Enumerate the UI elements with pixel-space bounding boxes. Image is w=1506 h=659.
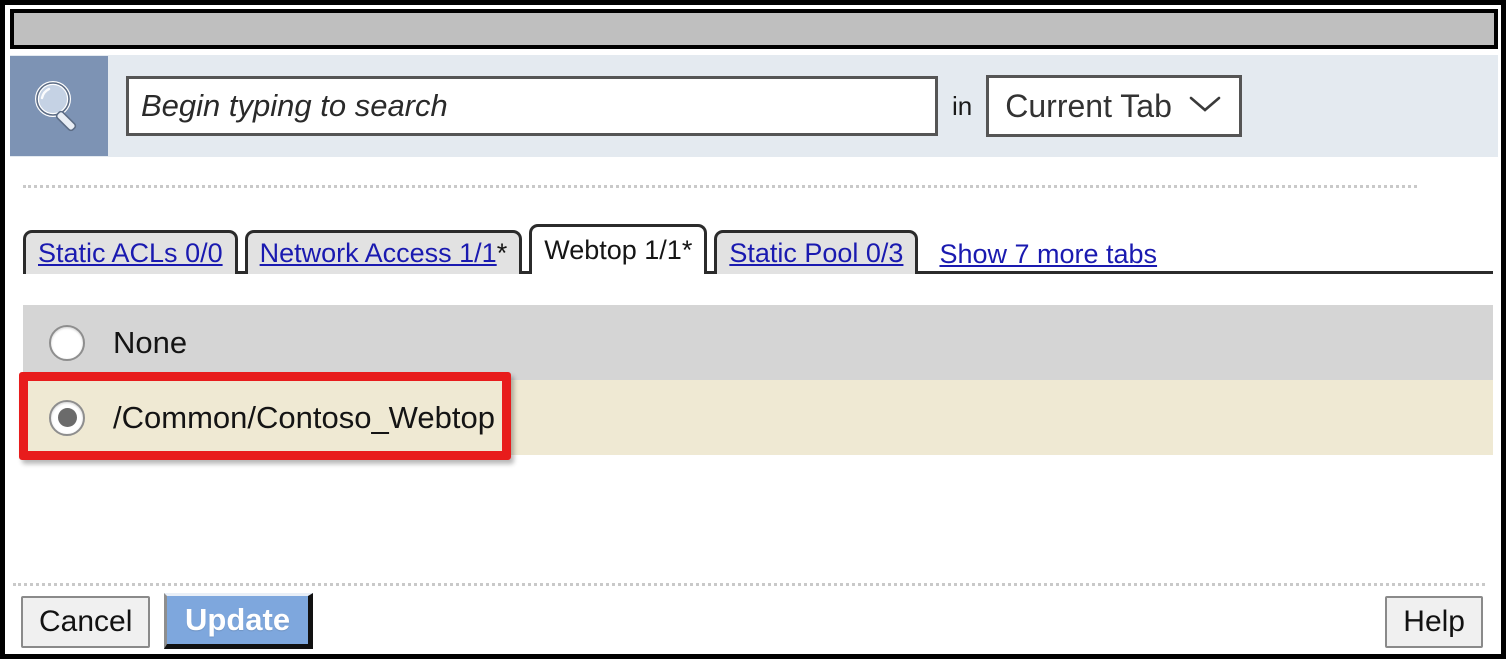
search-scope-select[interactable]: Current Tab <box>986 75 1243 137</box>
tab-webtop[interactable]: Webtop 1/1 * <box>529 224 708 274</box>
tab-label: Webtop 1/1 <box>544 235 682 265</box>
dialog-window: in Current Tab Static ACLs 0/0 Network A… <box>0 0 1506 659</box>
search-scope-prefix-label: in <box>952 90 973 121</box>
option-label: /Common/Contoso_Webtop <box>113 399 495 435</box>
chevron-down-icon <box>1188 94 1222 119</box>
radio-button-none[interactable] <box>49 324 85 361</box>
search-input[interactable] <box>126 76 938 136</box>
radio-selected-dot <box>57 408 77 427</box>
magnifier-icon <box>10 56 108 156</box>
tab-static-pool[interactable]: Static Pool 0/3 <box>714 230 919 274</box>
search-scope-value: Current Tab <box>1005 87 1172 124</box>
radio-button-contoso-webtop[interactable] <box>49 399 85 436</box>
tab-modified-marker: * <box>496 238 508 268</box>
separator-top <box>23 185 1417 188</box>
dialog-footer: Cancel Update Help <box>5 593 1501 655</box>
update-button[interactable]: Update <box>164 593 314 649</box>
option-label: None <box>113 324 188 360</box>
tab-label: Network Access 1/1 <box>259 238 497 268</box>
tab-modified-marker: * <box>681 235 693 265</box>
tab-network-access[interactable]: Network Access 1/1 * <box>244 230 523 274</box>
tab-static-acls[interactable]: Static ACLs 0/0 <box>23 230 238 274</box>
option-row-contoso-webtop[interactable]: /Common/Contoso_Webtop <box>23 380 1493 455</box>
help-button[interactable]: Help <box>1385 596 1483 648</box>
separator-bottom <box>13 583 1485 586</box>
tab-strip: Static ACLs 0/0 Network Access 1/1 * Web… <box>23 221 1493 274</box>
option-row-none[interactable]: None <box>23 305 1493 380</box>
tab-label: Static Pool 0/3 <box>729 238 904 268</box>
window-titlebar <box>10 9 1498 49</box>
webtop-option-list: None /Common/Contoso_Webtop <box>23 305 1493 455</box>
show-more-tabs-link[interactable]: Show 7 more tabs <box>939 239 1157 270</box>
cancel-button[interactable]: Cancel <box>21 596 151 648</box>
search-bar: in Current Tab <box>10 55 1498 157</box>
tab-label: Static ACLs 0/0 <box>38 238 223 268</box>
